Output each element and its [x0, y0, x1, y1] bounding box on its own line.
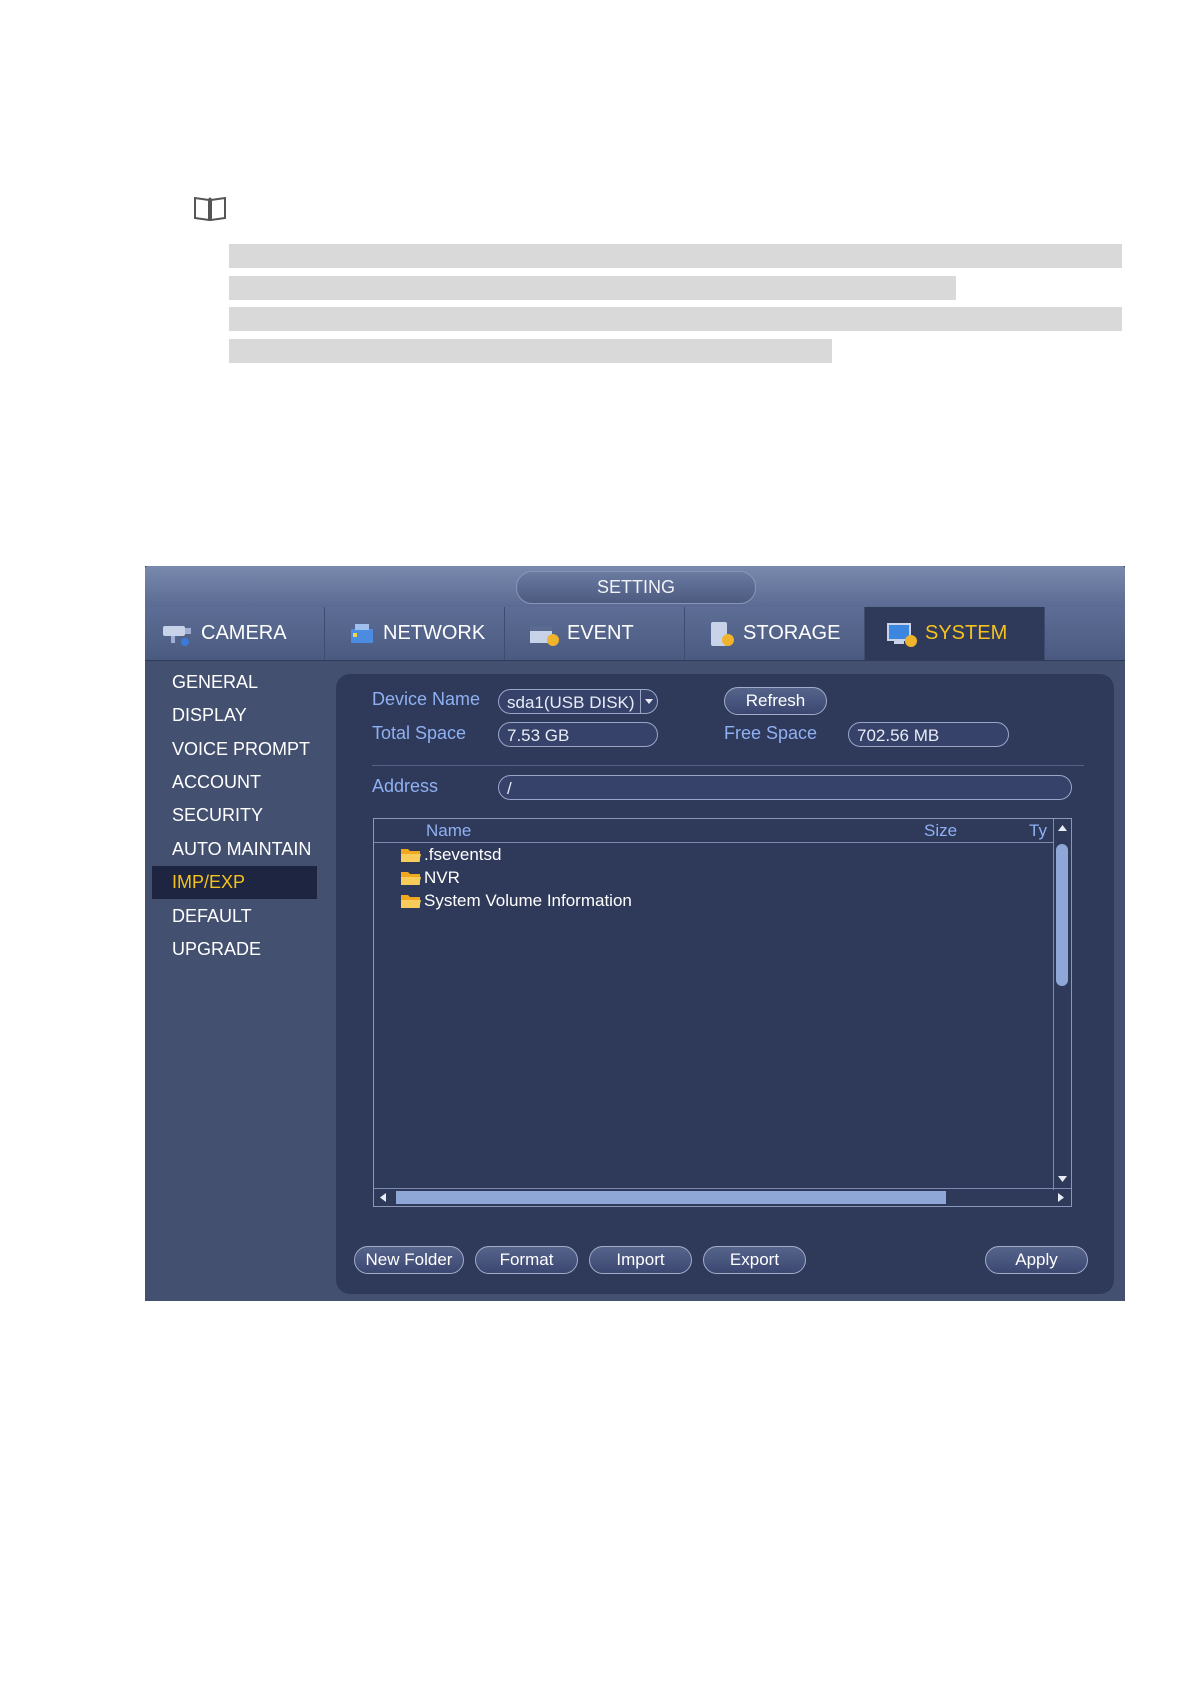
new-folder-button[interactable]: New Folder [354, 1246, 464, 1274]
imp-exp-panel: Device Name sda1(USB DISK) Refresh Total… [336, 674, 1114, 1294]
horizontal-scroll-thumb[interactable] [396, 1191, 946, 1204]
total-space-field: 7.53 GB [498, 722, 658, 747]
window-title: SETTING [516, 571, 756, 604]
tab-storage[interactable]: STORAGE [685, 607, 865, 660]
sidebar-item-imp-exp[interactable]: IMP/EXP [152, 866, 317, 899]
sidebar-item-upgrade[interactable]: UPGRADE [152, 933, 317, 966]
list-item[interactable]: System Volume Information [400, 889, 632, 912]
file-list-header: Name Size Ty [374, 819, 1053, 843]
export-button[interactable]: Export [703, 1246, 806, 1274]
redacted-text-line [229, 276, 956, 300]
scroll-down-icon[interactable] [1058, 1176, 1067, 1182]
folder-icon [401, 894, 421, 908]
tab-system[interactable]: SYSTEM [865, 607, 1045, 660]
total-space-label: Total Space [372, 723, 467, 743]
import-button[interactable]: Import [589, 1246, 692, 1274]
device-name-label: Device Name [372, 689, 481, 709]
device-name-select[interactable]: sda1(USB DISK) [498, 689, 658, 714]
list-item[interactable]: NVR [400, 866, 460, 889]
column-size[interactable]: Size [924, 821, 957, 841]
system-icon [887, 622, 917, 647]
free-space-field: 702.56 MB [848, 722, 1009, 747]
tab-system-label: SYSTEM [925, 622, 1008, 644]
event-icon [530, 625, 559, 646]
sidebar-item-display[interactable]: DISPLAY [152, 699, 317, 732]
sidebar-item-account[interactable]: ACCOUNT [152, 766, 317, 799]
sidebar-item-general[interactable]: GENERAL [152, 666, 317, 699]
chevron-down-icon [640, 690, 657, 713]
storage-icon [711, 621, 734, 646]
column-name[interactable]: Name [426, 821, 471, 841]
device-name-value: sda1(USB DISK) [507, 693, 635, 712]
horizontal-scrollbar[interactable] [374, 1188, 1071, 1206]
camera-icon [163, 625, 191, 646]
tab-camera[interactable]: CAMERA [145, 607, 325, 660]
note-book-icon [194, 196, 226, 222]
file-name: System Volume Information [424, 890, 632, 910]
tab-camera-label: CAMERA [201, 622, 287, 644]
sidebar-item-auto-maintain[interactable]: AUTO MAINTAIN [152, 833, 317, 866]
main-tabs: CAMERA NETWORK EVENT STORAGE SYSTEM [145, 607, 1125, 661]
tab-network-label: NETWORK [383, 622, 486, 644]
address-input[interactable]: / [498, 775, 1072, 800]
free-space-label: Free Space [724, 723, 818, 743]
vertical-scrollbar[interactable] [1053, 819, 1071, 1190]
file-list: Name Size Ty .fseventsd NVR System Volum… [373, 818, 1072, 1207]
tab-storage-label: STORAGE [743, 622, 841, 644]
refresh-button[interactable]: Refresh [724, 687, 827, 715]
redacted-text-line [229, 307, 1122, 331]
column-type[interactable]: Ty [1029, 821, 1047, 841]
redacted-text-line [229, 244, 1122, 268]
list-item[interactable]: .fseventsd [400, 843, 502, 866]
format-button[interactable]: Format [475, 1246, 578, 1274]
folder-icon [401, 871, 421, 885]
scroll-left-icon[interactable] [380, 1193, 386, 1202]
tab-event[interactable]: EVENT [505, 607, 685, 660]
apply-button[interactable]: Apply [985, 1246, 1088, 1274]
sidebar-item-security[interactable]: SECURITY [152, 799, 317, 832]
title-bar: SETTING [145, 566, 1125, 607]
tab-event-label: EVENT [567, 622, 634, 644]
sidebar-item-voice-prompt[interactable]: VOICE PROMPT [152, 733, 317, 766]
address-label: Address [372, 776, 439, 796]
vertical-scroll-thumb[interactable] [1056, 844, 1068, 986]
file-name: .fseventsd [424, 844, 502, 864]
tab-network[interactable]: NETWORK [325, 607, 505, 660]
file-name: NVR [424, 867, 460, 887]
redacted-text-line [229, 339, 832, 363]
scroll-right-icon[interactable] [1058, 1193, 1064, 1202]
sidebar-item-default[interactable]: DEFAULT [152, 900, 317, 933]
folder-icon [401, 848, 421, 862]
section-divider [372, 765, 1084, 766]
scroll-up-icon[interactable] [1058, 825, 1067, 831]
setting-window: SETTING CAMERA NETWORK EVENT STORAGE SYS… [145, 566, 1125, 1301]
network-icon [351, 623, 373, 643]
sidebar: GENERAL DISPLAY VOICE PROMPT ACCOUNT SEC… [145, 661, 335, 1301]
